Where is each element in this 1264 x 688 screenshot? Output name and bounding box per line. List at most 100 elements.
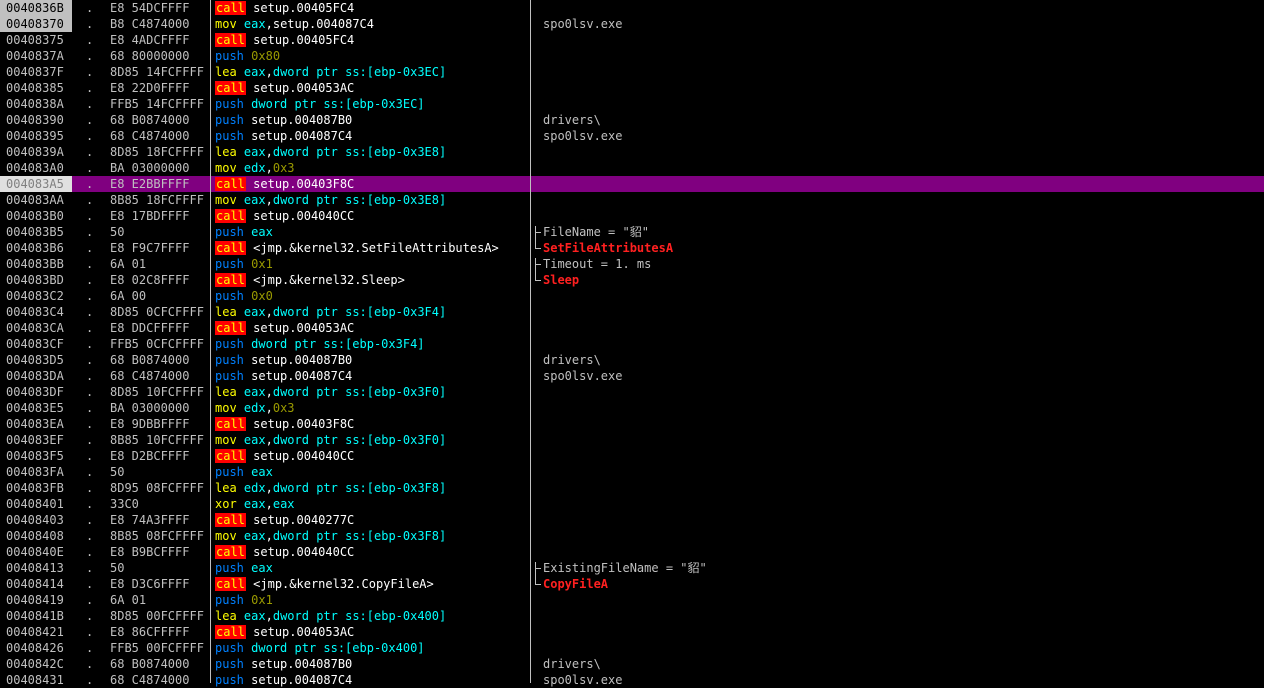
hex-bytes-cell[interactable]: E8 E2BBFFFF <box>110 176 210 192</box>
instruction-row[interactable]: 00408414. E8 D3C6FFFF call <jmp.&kernel32.… <box>0 576 1264 592</box>
address-cell[interactable]: 004083DF <box>0 384 72 400</box>
instruction-row[interactable]: 004083C2. 6A 00 push 0x0 <box>0 288 1264 304</box>
disassembly-cell[interactable]: push setup.004087C4 <box>215 672 530 688</box>
comment-cell[interactable]: drivers\ <box>543 656 1243 672</box>
hex-bytes-cell[interactable]: E8 74A3FFFF <box>110 512 210 528</box>
address-cell[interactable]: 00408426 <box>0 640 72 656</box>
disassembly-cell[interactable]: mov eax,setup.004087C4 <box>215 16 530 32</box>
disassembly-view[interactable]: 0040836B. E8 54DCFFFF call setup.00405FC4 0… <box>0 0 1264 688</box>
hex-bytes-cell[interactable]: 50 <box>110 224 210 240</box>
instruction-row[interactable]: 004083C4. 8D85 0CFCFFFF lea eax,dword ptr … <box>0 304 1264 320</box>
instruction-row[interactable]: 004083FA. 50 push eax <box>0 464 1264 480</box>
address-cell[interactable]: 00408414 <box>0 576 72 592</box>
instruction-row[interactable]: 00408370. B8 C4874000 mov eax,setup.004087… <box>0 16 1264 32</box>
disassembly-cell[interactable]: push dword ptr ss:[ebp-0x400] <box>215 640 530 656</box>
hex-bytes-cell[interactable]: E8 22D0FFFF <box>110 80 210 96</box>
address-cell[interactable]: 0040837F <box>0 64 72 80</box>
disassembly-cell[interactable]: push setup.004087C4 <box>215 128 530 144</box>
hex-bytes-cell[interactable]: 8D95 08FCFFFF <box>110 480 210 496</box>
hex-bytes-cell[interactable]: 8B85 10FCFFFF <box>110 432 210 448</box>
disassembly-cell[interactable]: push setup.004087B0 <box>215 352 530 368</box>
disassembly-cell[interactable]: push 0x80 <box>215 48 530 64</box>
hex-bytes-cell[interactable]: 8B85 08FCFFFF <box>110 528 210 544</box>
disassembly-cell[interactable]: call setup.00405FC4 <box>215 32 530 48</box>
hex-bytes-cell[interactable]: 68 80000000 <box>110 48 210 64</box>
instruction-row[interactable]: 00408403. E8 74A3FFFF call setup.0040277C <box>0 512 1264 528</box>
address-cell[interactable]: 00408390 <box>0 112 72 128</box>
disassembly-cell[interactable]: push 0x0 <box>215 288 530 304</box>
hex-bytes-cell[interactable]: 68 B0874000 <box>110 112 210 128</box>
comment-cell[interactable]: CopyFileA <box>543 576 1243 592</box>
instruction-row[interactable]: 0040838A. FFB5 14FCFFFF push dword ptr ss:… <box>0 96 1264 112</box>
address-cell[interactable]: 004083CF <box>0 336 72 352</box>
disassembly-cell[interactable]: push setup.004087B0 <box>215 656 530 672</box>
instruction-row[interactable]: 004083DF. 8D85 10FCFFFF lea eax,dword ptr … <box>0 384 1264 400</box>
instruction-row[interactable]: 004083A5. E8 E2BBFFFF call setup.00403F8C <box>0 176 1264 192</box>
disassembly-cell[interactable]: mov edx,0x3 <box>215 400 530 416</box>
disassembly-cell[interactable]: call setup.0040277C <box>215 512 530 528</box>
comment-cell[interactable]: spo0lsv.exe <box>543 16 1243 32</box>
instruction-row[interactable]: 0040839A. 8D85 18FCFFFF lea eax,dword ptr … <box>0 144 1264 160</box>
address-cell[interactable]: 004083CA <box>0 320 72 336</box>
address-cell[interactable]: 004083FA <box>0 464 72 480</box>
comment-cell[interactable]: Sleep <box>543 272 1243 288</box>
disassembly-cell[interactable]: call setup.004053AC <box>215 320 530 336</box>
instruction-row[interactable]: 004083A0. BA 03000000 mov edx,0x3 <box>0 160 1264 176</box>
address-cell[interactable]: 0040842C <box>0 656 72 672</box>
comment-cell[interactable]: ExistingFileName = "貂" <box>543 560 1243 576</box>
instruction-row[interactable]: 004083E5. BA 03000000 mov edx,0x3 <box>0 400 1264 416</box>
hex-bytes-cell[interactable]: E8 B9BCFFFF <box>110 544 210 560</box>
address-cell[interactable]: 004083EF <box>0 432 72 448</box>
hex-bytes-cell[interactable]: 50 <box>110 464 210 480</box>
address-cell[interactable]: 004083BB <box>0 256 72 272</box>
disassembly-cell[interactable]: lea eax,dword ptr ss:[ebp-0x400] <box>215 608 530 624</box>
instruction-row[interactable]: 0040837A. 68 80000000 push 0x80 <box>0 48 1264 64</box>
address-cell[interactable]: 004083AA <box>0 192 72 208</box>
disassembly-cell[interactable]: call setup.004053AC <box>215 80 530 96</box>
address-cell[interactable]: 004083EA <box>0 416 72 432</box>
address-cell[interactable]: 00408419 <box>0 592 72 608</box>
disassembly-cell[interactable]: call setup.004040CC <box>215 448 530 464</box>
hex-bytes-cell[interactable]: E8 86CFFFFF <box>110 624 210 640</box>
hex-bytes-cell[interactable]: FFB5 0CFCFFFF <box>110 336 210 352</box>
address-cell[interactable]: 004083D5 <box>0 352 72 368</box>
disassembly-cell[interactable]: call <jmp.&kernel32.Sleep> <box>215 272 530 288</box>
instruction-row[interactable]: 004083DA. 68 C4874000 push setup.004087C4 s… <box>0 368 1264 384</box>
disassembly-cell[interactable]: push 0x1 <box>215 592 530 608</box>
address-cell[interactable]: 00408375 <box>0 32 72 48</box>
comment-cell[interactable]: SetFileAttributesA <box>543 240 1243 256</box>
instruction-row[interactable]: 004083CF. FFB5 0CFCFFFF push dword ptr ss:… <box>0 336 1264 352</box>
instruction-row[interactable]: 004083BB. 6A 01 push 0x1 Timeout = 1. ms <box>0 256 1264 272</box>
disassembly-cell[interactable]: push dword ptr ss:[ebp-0x3F4] <box>215 336 530 352</box>
instruction-row[interactable]: 0040836B. E8 54DCFFFF call setup.00405FC4 <box>0 0 1264 16</box>
hex-bytes-cell[interactable]: FFB5 14FCFFFF <box>110 96 210 112</box>
hex-bytes-cell[interactable]: E8 DDCFFFFF <box>110 320 210 336</box>
hex-bytes-cell[interactable]: E8 17BDFFFF <box>110 208 210 224</box>
instruction-row[interactable]: 004083BD. E8 02C8FFFF call <jmp.&kernel32.… <box>0 272 1264 288</box>
comment-cell[interactable]: drivers\ <box>543 352 1243 368</box>
disassembly-cell[interactable]: call setup.00403F8C <box>215 176 530 192</box>
hex-bytes-cell[interactable]: 8D85 10FCFFFF <box>110 384 210 400</box>
instruction-row[interactable]: 00408390. 68 B0874000 push setup.004087B0 d… <box>0 112 1264 128</box>
comment-cell[interactable]: FileName = "貂" <box>543 224 1243 240</box>
disassembly-cell[interactable]: lea eax,dword ptr ss:[ebp-0x3E8] <box>215 144 530 160</box>
hex-bytes-cell[interactable]: 50 <box>110 560 210 576</box>
address-cell[interactable]: 004083F5 <box>0 448 72 464</box>
address-cell[interactable]: 004083BD <box>0 272 72 288</box>
disassembly-cell[interactable]: mov eax,dword ptr ss:[ebp-0x3E8] <box>215 192 530 208</box>
address-cell[interactable]: 004083B0 <box>0 208 72 224</box>
instruction-row[interactable]: 00408385. E8 22D0FFFF call setup.004053AC <box>0 80 1264 96</box>
instruction-row[interactable]: 00408408. 8B85 08FCFFFF mov eax,dword ptr … <box>0 528 1264 544</box>
disassembly-cell[interactable]: push setup.004087B0 <box>215 112 530 128</box>
hex-bytes-cell[interactable]: 8D85 00FCFFFF <box>110 608 210 624</box>
instruction-row[interactable]: 00408419. 6A 01 push 0x1 <box>0 592 1264 608</box>
address-cell[interactable]: 0040837A <box>0 48 72 64</box>
disassembly-cell[interactable]: lea eax,dword ptr ss:[ebp-0x3EC] <box>215 64 530 80</box>
comment-cell[interactable]: drivers\ <box>543 112 1243 128</box>
instruction-row[interactable]: 00408421. E8 86CFFFFF call setup.004053AC <box>0 624 1264 640</box>
disassembly-cell[interactable]: push eax <box>215 224 530 240</box>
instruction-row[interactable]: 0040841B. 8D85 00FCFFFF lea eax,dword ptr … <box>0 608 1264 624</box>
disassembly-cell[interactable]: call setup.00405FC4 <box>215 0 530 16</box>
hex-bytes-cell[interactable]: 68 C4874000 <box>110 368 210 384</box>
hex-bytes-cell[interactable]: 6A 01 <box>110 592 210 608</box>
